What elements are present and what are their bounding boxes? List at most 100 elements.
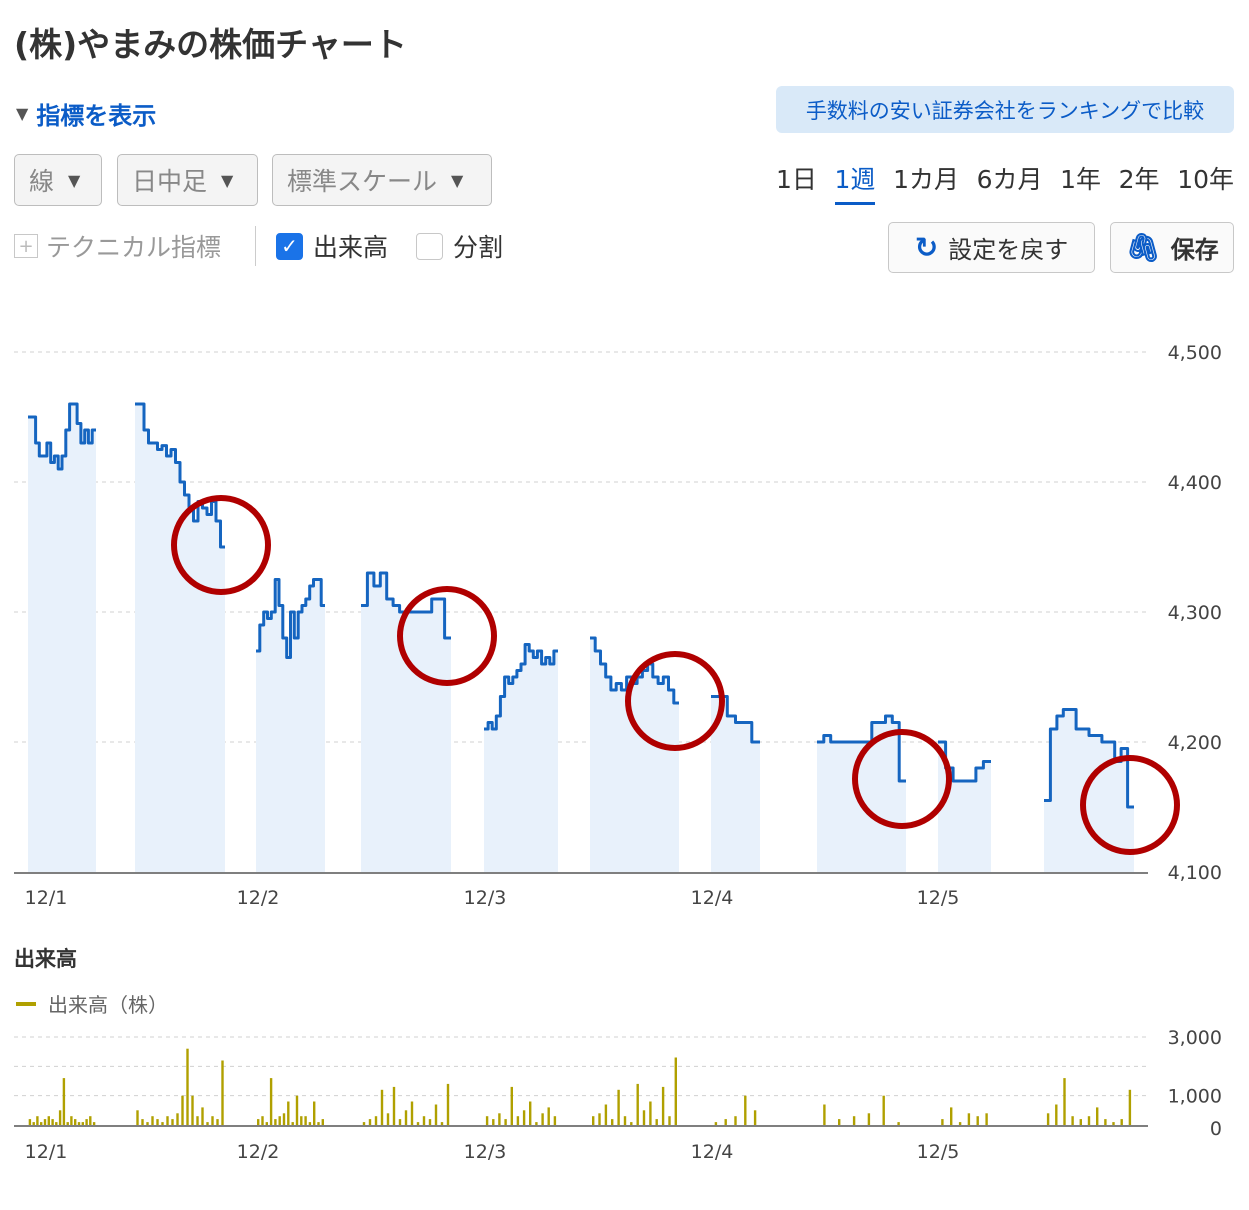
volume-bar xyxy=(282,1113,286,1125)
volume-bar xyxy=(166,1116,169,1125)
volume-bar xyxy=(398,1119,402,1125)
price-y-tick: 4,400 xyxy=(1168,472,1222,494)
volume-bar xyxy=(55,1122,58,1125)
volume-bar xyxy=(649,1101,652,1125)
volume-x-tick: 12/3 xyxy=(464,1141,507,1163)
volume-bar xyxy=(1128,1089,1132,1125)
volume-bar xyxy=(630,1122,633,1125)
volume-bar xyxy=(161,1122,164,1125)
price-y-tick: 4,100 xyxy=(1168,862,1222,884)
price-y-tick: 4,500 xyxy=(1168,342,1222,364)
volume-bar xyxy=(838,1119,841,1125)
volume-bar xyxy=(181,1095,184,1125)
stock-chart: 4,500 4,400 4,300 4,200 4,100 12/1 12/2 12/3 12/… xyxy=(14,342,1222,1163)
volume-bar xyxy=(221,1060,224,1125)
volume-bar xyxy=(313,1101,316,1125)
volume-bar xyxy=(867,1113,871,1125)
volume-bar xyxy=(498,1113,501,1125)
volume-bar xyxy=(422,1116,426,1125)
volume-bar xyxy=(598,1113,601,1125)
volume-bar xyxy=(62,1078,66,1125)
volume-bar xyxy=(36,1116,39,1125)
price-x-tick: 12/5 xyxy=(917,887,960,909)
volume-bar xyxy=(308,1122,312,1125)
volume-bar xyxy=(278,1116,281,1125)
volume-bar xyxy=(211,1116,214,1125)
volume-y-tick: 1,000 xyxy=(1168,1086,1222,1108)
volume-bar xyxy=(1096,1107,1099,1125)
volume-bar xyxy=(176,1113,179,1125)
volume-bar xyxy=(40,1122,43,1125)
volume-bar xyxy=(897,1122,900,1125)
volume-bar xyxy=(985,1113,988,1125)
volume-bar xyxy=(321,1119,324,1125)
volume-bar xyxy=(428,1119,432,1125)
volume-bar xyxy=(547,1107,550,1125)
volume-bar xyxy=(304,1116,307,1125)
volume-bar xyxy=(744,1095,747,1125)
volume-bar xyxy=(1071,1116,1074,1125)
volume-bar xyxy=(446,1083,450,1125)
volume-bar xyxy=(504,1119,507,1125)
volume-bar xyxy=(592,1116,595,1125)
volume-bar xyxy=(611,1119,614,1125)
volume-y-tick: 0 xyxy=(1210,1118,1222,1140)
volume-bar xyxy=(661,1086,665,1125)
volume-bar xyxy=(674,1057,677,1125)
volume-bar xyxy=(1055,1104,1058,1125)
volume-bar xyxy=(882,1095,885,1125)
volume-bar xyxy=(1104,1119,1107,1125)
volume-bar xyxy=(380,1089,384,1125)
volume-bar xyxy=(368,1119,372,1125)
volume-bar xyxy=(295,1095,299,1125)
volume-bar xyxy=(1120,1119,1123,1125)
volume-bar xyxy=(186,1048,189,1125)
volume-bar xyxy=(1063,1078,1066,1125)
price-area-fill xyxy=(28,404,96,872)
volume-x-tick: 12/2 xyxy=(237,1141,280,1163)
volume-bar xyxy=(510,1086,513,1125)
volume-bar xyxy=(51,1119,54,1125)
volume-bar xyxy=(516,1116,520,1125)
volume-bar xyxy=(47,1116,50,1125)
volume-bar xyxy=(1112,1122,1115,1125)
volume-bar xyxy=(522,1110,526,1125)
volume-bar xyxy=(950,1107,953,1125)
volume-bar xyxy=(440,1122,444,1125)
volume-y-tick: 3,000 xyxy=(1168,1027,1222,1049)
volume-bar xyxy=(392,1086,396,1125)
price-x-tick: 12/3 xyxy=(464,887,507,909)
volume-bar xyxy=(642,1110,646,1125)
price-y-tick: 4,200 xyxy=(1168,732,1222,754)
volume-bar xyxy=(43,1119,47,1125)
volume-bar xyxy=(261,1116,264,1125)
volume-bar xyxy=(410,1101,414,1125)
price-x-tick: 12/2 xyxy=(237,887,280,909)
volume-legend-label: 出来高（株） xyxy=(48,993,168,1017)
volume-bar xyxy=(287,1101,290,1125)
volume-bar xyxy=(655,1119,658,1125)
volume-section-title: 出来高 xyxy=(14,947,77,971)
price-x-tick: 12/4 xyxy=(691,887,734,909)
volume-bar xyxy=(617,1089,620,1125)
volume-bar xyxy=(141,1119,144,1125)
volume-bar xyxy=(967,1113,971,1125)
volume-bar xyxy=(317,1122,320,1125)
volume-bar xyxy=(362,1122,366,1125)
volume-bar xyxy=(171,1119,174,1125)
volume-bar xyxy=(85,1119,88,1125)
volume-bar xyxy=(852,1116,856,1125)
volume-bar xyxy=(485,1116,489,1125)
volume-bar xyxy=(541,1113,544,1125)
volume-x-tick: 12/5 xyxy=(917,1141,960,1163)
volume-bar xyxy=(753,1110,757,1125)
volume-bar xyxy=(196,1116,199,1125)
volume-x-tick: 12/4 xyxy=(691,1141,734,1163)
volume-bar xyxy=(823,1104,826,1125)
volume-bar xyxy=(724,1119,727,1125)
volume-bar xyxy=(74,1119,77,1125)
volume-bar xyxy=(257,1119,260,1125)
volume-bar xyxy=(386,1113,390,1125)
price-area-fill xyxy=(484,644,558,872)
volume-bar xyxy=(1046,1113,1050,1125)
